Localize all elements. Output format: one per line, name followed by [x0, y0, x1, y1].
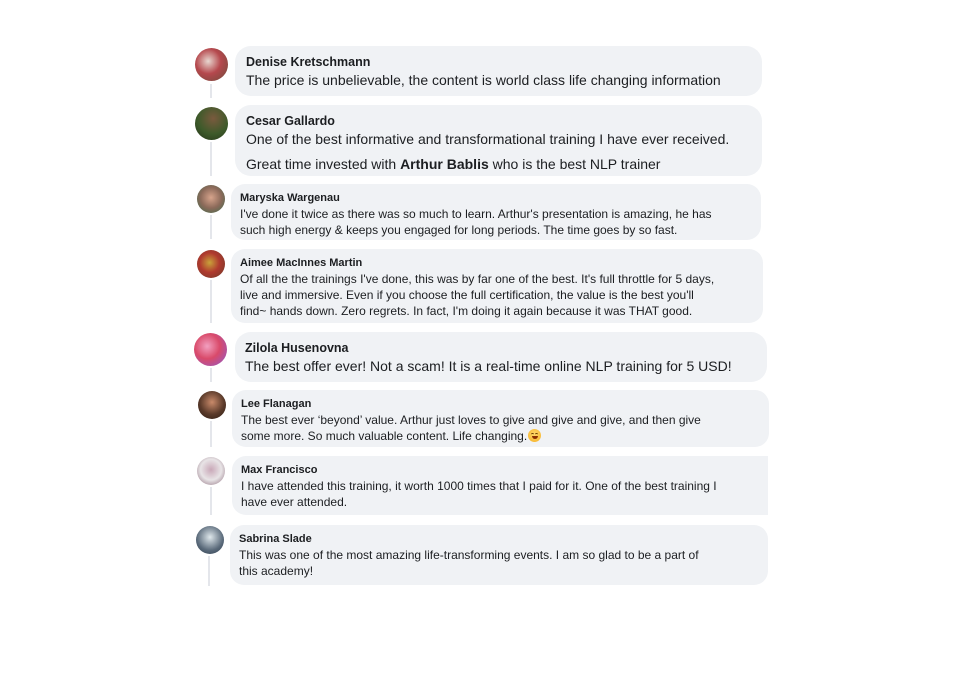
avatar[interactable]	[195, 48, 228, 81]
comment-text: I have attended this training, it worth …	[241, 479, 717, 493]
comment-bubble: Denise Kretschmann The price is unbeliev…	[235, 46, 762, 96]
comment-text: The best ever ‘beyond’ value. Arthur jus…	[241, 413, 701, 427]
avatar[interactable]	[197, 457, 225, 485]
commenter-name[interactable]: Maryska Wargenau	[240, 191, 752, 205]
commenter-name[interactable]: Cesar Gallardo	[246, 113, 751, 129]
comment-bubble: Zilola Husenovna The best offer ever! No…	[235, 332, 767, 382]
comment-bubble: Maryska Wargenau I've done it twice as t…	[231, 184, 761, 240]
avatar[interactable]	[195, 107, 228, 140]
commenter-name[interactable]: Denise Kretschmann	[246, 54, 751, 70]
commenter-name[interactable]: Max Francisco	[241, 463, 759, 477]
comment-text: live and immersive. Even if you choose t…	[240, 288, 694, 302]
avatar[interactable]	[194, 333, 227, 366]
mentioned-user-link[interactable]: Arthur Bablis	[400, 156, 489, 172]
comment-text: The price is unbelievable, the content i…	[246, 72, 721, 88]
commenter-name[interactable]: Zilola Husenovna	[245, 340, 757, 356]
commenter-name[interactable]: Aimee MacInnes Martin	[240, 256, 754, 270]
comment-bubble: Cesar Gallardo One of the best informati…	[235, 105, 762, 176]
grinning-face-emoji	[528, 429, 542, 442]
comment-bubble: Aimee MacInnes Martin Of all the the tra…	[231, 249, 763, 323]
comment-text: Of all the the trainings I've done, this…	[240, 272, 715, 286]
comment-text-line2: some more. So much valuable content. Lif…	[241, 428, 760, 444]
comment-text: such high energy & keeps you engaged for…	[240, 223, 678, 237]
comment-text: The best offer ever! Not a scam! It is a…	[245, 358, 732, 374]
comment-text: I've done it twice as there was so much …	[240, 207, 712, 221]
comment-text: have ever attended.	[241, 495, 348, 509]
avatar[interactable]	[197, 250, 225, 278]
comment-text: One of the best informative and transfor…	[246, 131, 730, 147]
avatar[interactable]	[197, 185, 225, 213]
avatar[interactable]	[196, 526, 224, 554]
comment-text: find~ hands down. Zero regrets. In fact,…	[240, 304, 693, 318]
comment-text: this academy!	[239, 564, 314, 578]
comment-text-line2: Great time invested with Arthur Bablis w…	[246, 156, 661, 172]
avatar[interactable]	[198, 391, 226, 419]
comment-bubble: Lee Flanagan The best ever ‘beyond’ valu…	[232, 390, 769, 447]
comment-text: This was one of the most amazing life-tr…	[239, 548, 699, 562]
commenter-name[interactable]: Sabrina Slade	[239, 532, 759, 546]
comment-bubble: Max Francisco I have attended this train…	[232, 456, 768, 515]
commenter-name[interactable]: Lee Flanagan	[241, 397, 760, 411]
comment-bubble: Sabrina Slade This was one of the most a…	[230, 525, 768, 585]
